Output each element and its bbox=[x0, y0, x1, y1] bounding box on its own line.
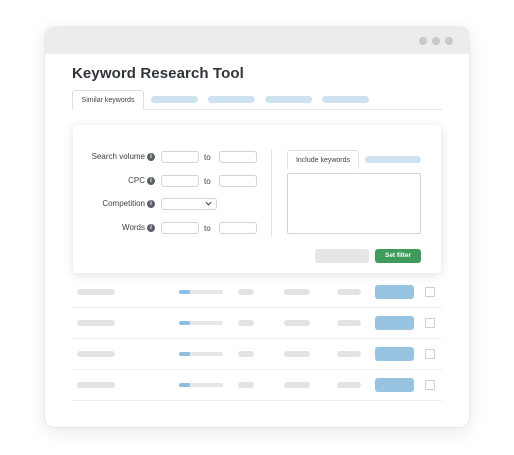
table-row bbox=[72, 370, 442, 401]
search-volume-from-input[interactable] bbox=[161, 151, 199, 163]
keyword-cell bbox=[77, 320, 115, 326]
table-row bbox=[72, 277, 442, 308]
window-dot-icon[interactable] bbox=[445, 37, 453, 45]
row-checkbox[interactable] bbox=[425, 349, 435, 359]
cell-placeholder bbox=[284, 382, 310, 388]
volume-bar bbox=[179, 321, 223, 325]
words-from-input[interactable] bbox=[161, 222, 199, 234]
tab-placeholder[interactable] bbox=[365, 156, 421, 163]
tab-similar-keywords[interactable]: Similar keywords bbox=[72, 90, 144, 110]
volume-bar-fill bbox=[179, 352, 190, 356]
volume-bar-fill bbox=[179, 290, 190, 294]
tab-placeholder[interactable] bbox=[322, 96, 369, 103]
cell-placeholder bbox=[337, 289, 361, 295]
row-checkbox[interactable] bbox=[425, 318, 435, 328]
info-icon[interactable]: i bbox=[147, 177, 155, 185]
volume-bar-fill bbox=[179, 321, 190, 325]
cpc-to-label: to bbox=[204, 177, 211, 186]
table-row bbox=[72, 308, 442, 339]
keyword-cell bbox=[77, 289, 115, 295]
row-action-button[interactable] bbox=[375, 285, 414, 299]
words-to-input[interactable] bbox=[219, 222, 257, 234]
row-action-button[interactable] bbox=[375, 316, 414, 330]
window-dot-icon[interactable] bbox=[432, 37, 440, 45]
volume-bar-fill bbox=[179, 383, 190, 387]
cell-placeholder bbox=[238, 289, 254, 295]
cell-placeholder bbox=[337, 382, 361, 388]
keyword-cell bbox=[77, 382, 115, 388]
words-to-label: to bbox=[204, 224, 211, 233]
cpc-from-input[interactable] bbox=[161, 175, 199, 187]
filter-panel: Search volume i to CPC i to Competition … bbox=[73, 125, 441, 273]
chevron-down-icon bbox=[205, 201, 212, 206]
search-volume-label: Search volume bbox=[91, 152, 145, 161]
row-action-button[interactable] bbox=[375, 347, 414, 361]
tab-placeholder[interactable] bbox=[151, 96, 198, 103]
row-checkbox[interactable] bbox=[425, 380, 435, 390]
search-volume-to-label: to bbox=[204, 153, 211, 162]
cell-placeholder bbox=[238, 351, 254, 357]
volume-bar bbox=[179, 290, 223, 294]
search-volume-to-input[interactable] bbox=[219, 151, 257, 163]
competition-label: Competition bbox=[102, 199, 145, 208]
row-checkbox[interactable] bbox=[425, 287, 435, 297]
info-icon[interactable]: i bbox=[147, 224, 155, 232]
window-titlebar bbox=[45, 27, 469, 54]
page-title: Keyword Research Tool bbox=[72, 65, 244, 82]
keyword-cell bbox=[77, 351, 115, 357]
volume-bar bbox=[179, 352, 223, 356]
tab-placeholder[interactable] bbox=[208, 96, 255, 103]
row-action-button[interactable] bbox=[375, 378, 414, 392]
window-dot-icon[interactable] bbox=[419, 37, 427, 45]
tab-placeholder[interactable] bbox=[265, 96, 312, 103]
cell-placeholder bbox=[337, 320, 361, 326]
cell-placeholder bbox=[284, 289, 310, 295]
cell-placeholder bbox=[337, 351, 361, 357]
table-row bbox=[72, 339, 442, 370]
tab-include-keywords[interactable]: Include keywords bbox=[287, 150, 359, 169]
cpc-to-input[interactable] bbox=[219, 175, 257, 187]
reset-button[interactable] bbox=[315, 249, 369, 263]
info-icon[interactable]: i bbox=[147, 153, 155, 161]
cell-placeholder bbox=[284, 351, 310, 357]
cell-placeholder bbox=[238, 320, 254, 326]
competition-select[interactable] bbox=[161, 198, 217, 210]
set-filter-button[interactable]: Set filter bbox=[375, 249, 421, 263]
cell-placeholder bbox=[238, 382, 254, 388]
cell-placeholder bbox=[284, 320, 310, 326]
include-keywords-textarea[interactable] bbox=[287, 173, 421, 234]
app-window: Keyword Research Tool Similar keywords S… bbox=[45, 27, 469, 427]
info-icon[interactable]: i bbox=[147, 200, 155, 208]
cpc-label: CPC bbox=[128, 176, 145, 185]
filter-divider bbox=[271, 149, 272, 237]
words-label: Words bbox=[122, 223, 145, 232]
volume-bar bbox=[179, 383, 223, 387]
